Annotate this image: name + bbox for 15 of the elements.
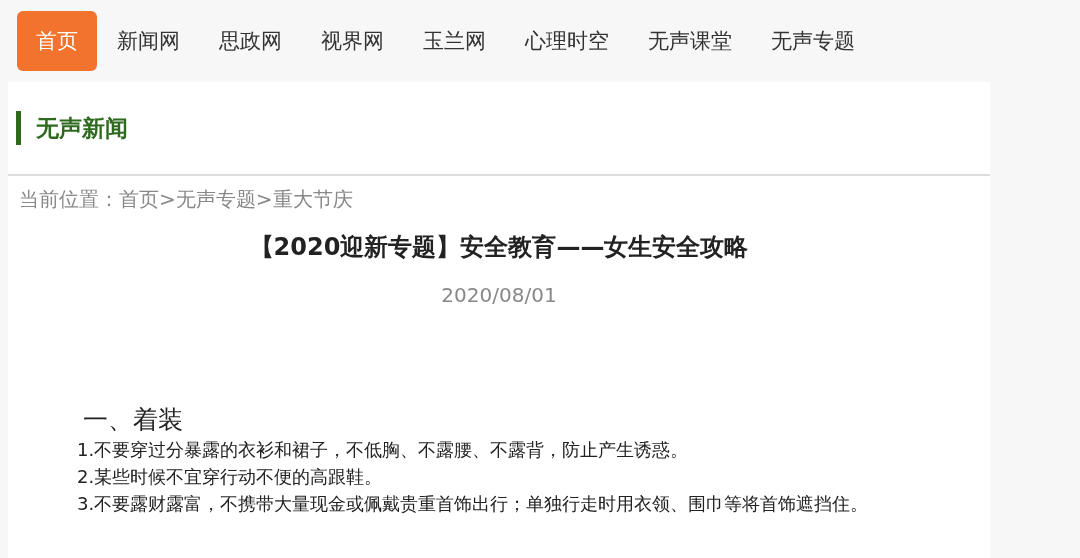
article-heading: 一、着装: [83, 404, 184, 436]
section-title: 无声新闻: [16, 111, 128, 145]
nav-tab[interactable]: 心理时空: [506, 11, 628, 71]
nav-tab[interactable]: 视界网: [302, 11, 403, 71]
nav-tab[interactable]: 新闻网: [98, 11, 199, 71]
article-paragraph: 3.不要露财露富，不携带大量现金或佩戴贵重首饰出行；单独行走时用衣领、围巾等将首饰遮挡住。: [76, 492, 870, 516]
article-paragraph: 1.不要穿过分暴露的衣衫和裙子，不低胸、不露腰、不露背，防止产生诱惑。: [76, 438, 690, 462]
article-title: 【2020迎新专题】安全教育——女生安全攻略: [248, 232, 750, 263]
nav-tab[interactable]: 玉兰网: [404, 11, 505, 71]
article-paragraph: 2.某些时候不宜穿行动不便的高跟鞋。: [76, 465, 384, 489]
nav-tab[interactable]: 思政网: [200, 11, 301, 71]
breadcrumb: 当前位置：首页>无声专题>重大节庆: [18, 186, 354, 213]
nav-tab[interactable]: 无声专题: [752, 11, 874, 71]
nav-tab[interactable]: 无声课堂: [629, 11, 751, 71]
article-date: 2020/08/01: [440, 283, 558, 307]
